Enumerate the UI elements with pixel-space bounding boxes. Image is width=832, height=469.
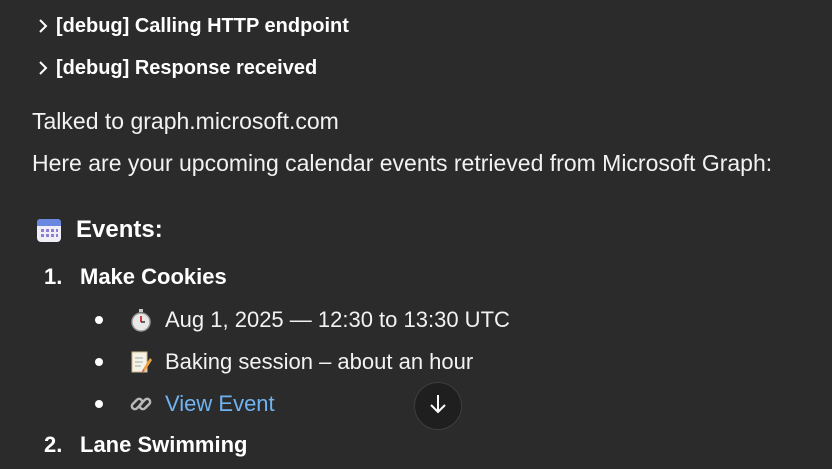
- arrow-down-icon: [428, 393, 448, 420]
- bullet: [95, 400, 103, 408]
- event-title: Make Cookies: [80, 264, 227, 289]
- bullet: [95, 316, 103, 324]
- events-heading: Events:: [36, 210, 163, 250]
- bullet: [95, 358, 103, 366]
- memo-icon: [129, 350, 153, 374]
- calendar-icon: [36, 217, 62, 243]
- link-icon: [129, 392, 153, 416]
- chevron-right-icon: [34, 17, 52, 35]
- events-heading-label: Events:: [76, 216, 163, 243]
- event-note-row: Baking session – about an hour: [95, 345, 473, 379]
- stopwatch-icon: [129, 308, 153, 332]
- event-note: Baking session – about an hour: [165, 349, 474, 374]
- event-item-title: 2. Lane Swimming: [44, 432, 247, 458]
- debug-call-label: [debug] Calling HTTP endpoint: [56, 14, 349, 37]
- event-link-row: View Event: [95, 387, 275, 421]
- scroll-to-bottom-button[interactable]: [414, 382, 462, 430]
- event-time-row: Aug 1, 2025 — 12:30 to 13:30 UTC: [95, 303, 510, 337]
- chevron-right-icon: [34, 59, 52, 77]
- talked-to-text: Talked to graph.microsoft.com: [32, 108, 339, 134]
- intro-text: Here are your upcoming calendar events r…: [32, 150, 773, 176]
- debug-response-row[interactable]: [debug] Response received: [34, 54, 317, 82]
- debug-response-label: [debug] Response received: [56, 56, 318, 79]
- view-event-link[interactable]: View Event: [165, 391, 275, 417]
- event-item-title: 1. Make Cookies: [44, 264, 227, 290]
- event-number: 1.: [44, 264, 63, 289]
- debug-call-row[interactable]: [debug] Calling HTTP endpoint: [34, 12, 349, 40]
- event-title: Lane Swimming: [80, 432, 248, 457]
- event-number: 2.: [44, 432, 63, 457]
- event-time: Aug 1, 2025 — 12:30 to 13:30 UTC: [165, 307, 510, 332]
